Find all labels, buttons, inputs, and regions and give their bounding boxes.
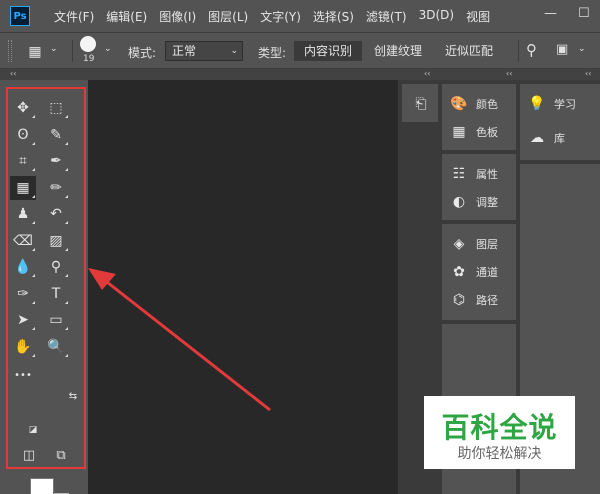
watermark-title: 百科全说	[441, 411, 558, 444]
watermark-logo: 百科全说 助你轻松解决	[424, 396, 575, 469]
watermark-subtitle: 助你轻松解决	[457, 446, 542, 462]
